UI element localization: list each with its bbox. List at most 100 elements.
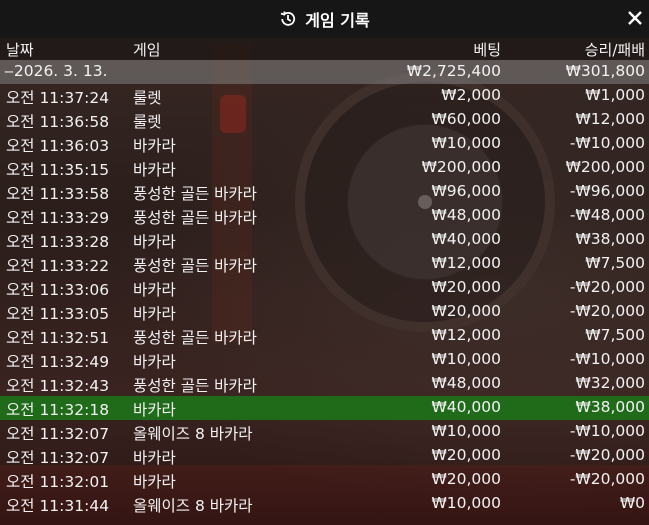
history-row[interactable]: 오전 11:33:58 풍성한 골든 바카라 ₩96,000 -₩96,000 [0, 180, 649, 204]
row-game: 바카라 [133, 137, 176, 155]
row-result: ₩1,000 [585, 86, 645, 104]
row-result: ₩32,000 [575, 374, 645, 392]
summary-bet: ₩2,725,400 [406, 62, 501, 80]
row-bet: ₩200,000 [421, 158, 501, 176]
row-game: 바카라 [133, 401, 176, 419]
history-row[interactable]: 오전 11:37:24 룰렛 ₩2,000 ₩1,000 [0, 84, 649, 108]
row-result: ₩12,000 [575, 110, 645, 128]
history-row[interactable]: 오전 11:36:58 룰렛 ₩60,000 ₩12,000 [0, 108, 649, 132]
row-game: 올웨이즈 8 바카라 [133, 425, 253, 443]
row-bet: ₩96,000 [431, 182, 501, 200]
close-button[interactable] [623, 6, 647, 30]
row-game: 올웨이즈 8 바카라 [133, 497, 253, 515]
row-time: 오전 11:33:06 [6, 281, 110, 299]
row-time: 오전 11:32:01 [6, 473, 110, 491]
history-row[interactable]: 오전 11:32:49 바카라 ₩10,000 -₩10,000 [0, 348, 649, 372]
row-bet: ₩48,000 [431, 206, 501, 224]
row-bet: ₩48,000 [431, 374, 501, 392]
history-row[interactable]: 오전 11:32:43 풍성한 골든 바카라 ₩48,000 ₩32,000 [0, 372, 649, 396]
row-time: 오전 11:33:29 [6, 209, 110, 227]
row-game: 바카라 [133, 473, 176, 491]
row-result: -₩96,000 [569, 182, 645, 200]
row-result: -₩20,000 [569, 446, 645, 464]
row-time: 오전 11:33:58 [6, 185, 110, 203]
history-row[interactable]: 오전 11:33:29 풍성한 골든 바카라 ₩48,000 -₩48,000 [0, 204, 649, 228]
row-bet: ₩20,000 [431, 302, 501, 320]
row-bet: ₩10,000 [431, 422, 501, 440]
summary-date: ‒2026. 3. 13. [4, 62, 108, 80]
history-row[interactable]: 오전 11:33:06 바카라 ₩20,000 -₩20,000 [0, 276, 649, 300]
row-bet: ₩20,000 [431, 446, 501, 464]
row-time: 오전 11:36:58 [6, 113, 110, 131]
row-game: 풍성한 골든 바카라 [133, 185, 257, 203]
row-bet: ₩40,000 [431, 230, 501, 248]
row-bet: ₩10,000 [431, 494, 501, 512]
history-row[interactable]: 오전 11:32:07 바카라 ₩20,000 -₩20,000 [0, 444, 649, 468]
row-game: 풍성한 골든 바카라 [133, 329, 257, 347]
row-result: -₩10,000 [569, 422, 645, 440]
row-result: ₩38,000 [575, 230, 645, 248]
row-time: 오전 11:33:05 [6, 305, 110, 323]
history-icon [279, 10, 297, 28]
row-result: -₩20,000 [569, 470, 645, 488]
column-header-bet: 베팅 [473, 41, 501, 59]
history-row[interactable]: 오전 11:31:44 올웨이즈 8 바카라 ₩10,000 ₩0 [0, 492, 649, 516]
row-result: -₩10,000 [569, 350, 645, 368]
column-headers: 날짜 게임 베팅 승리/패배 [0, 38, 649, 60]
row-time: 오전 11:35:15 [6, 161, 110, 179]
row-bet: ₩20,000 [431, 470, 501, 488]
row-game: 룰렛 [133, 89, 162, 107]
row-result: ₩0 [619, 494, 645, 512]
row-bet: ₩2,000 [441, 86, 501, 104]
summary-result: ₩301,800 [565, 62, 645, 80]
row-bet: ₩12,000 [431, 254, 501, 272]
column-header-result: 승리/패배 [584, 41, 645, 59]
row-game: 룰렛 [133, 113, 162, 131]
row-result: -₩48,000 [569, 206, 645, 224]
close-icon [628, 11, 642, 25]
row-game: 바카라 [133, 305, 176, 323]
history-row[interactable]: 오전 11:33:22 풍성한 골든 바카라 ₩12,000 ₩7,500 [0, 252, 649, 276]
history-row[interactable]: 오전 11:35:15 바카라 ₩200,000 ₩200,000 [0, 156, 649, 180]
row-game: 바카라 [133, 281, 176, 299]
row-result: ₩38,000 [575, 398, 645, 416]
row-time: 오전 11:32:51 [6, 329, 110, 347]
row-game: 바카라 [133, 449, 176, 467]
row-time: 오전 11:32:49 [6, 353, 110, 371]
row-bet: ₩12,000 [431, 326, 501, 344]
row-result: ₩7,500 [585, 254, 645, 272]
date-summary-row[interactable]: ‒2026. 3. 13. ₩2,725,400 ₩301,800 [0, 60, 649, 84]
page-title: 게임 기록 [305, 11, 370, 30]
row-bet: ₩10,000 [431, 350, 501, 368]
row-time: 오전 11:32:43 [6, 377, 110, 395]
row-result: -₩20,000 [569, 278, 645, 296]
row-time: 오전 11:37:24 [6, 89, 110, 107]
row-game: 바카라 [133, 161, 176, 179]
row-bet: ₩10,000 [431, 134, 501, 152]
history-row[interactable]: 오전 11:33:28 바카라 ₩40,000 ₩38,000 [0, 228, 649, 252]
history-row[interactable]: 오전 11:33:05 바카라 ₩20,000 -₩20,000 [0, 300, 649, 324]
row-bet: ₩60,000 [431, 110, 501, 128]
column-header-game: 게임 [133, 41, 161, 59]
history-row[interactable]: 오전 11:32:07 올웨이즈 8 바카라 ₩10,000 -₩10,000 [0, 420, 649, 444]
row-result: -₩10,000 [569, 134, 645, 152]
history-title-bar: 게임 기록 [0, 0, 649, 38]
row-result: ₩200,000 [565, 158, 645, 176]
row-result: ₩7,500 [585, 326, 645, 344]
row-time: 오전 11:32:07 [6, 425, 110, 443]
history-row[interactable]: 오전 11:32:51 풍성한 골든 바카라 ₩12,000 ₩7,500 [0, 324, 649, 348]
row-game: 풍성한 골든 바카라 [133, 377, 257, 395]
row-bet: ₩40,000 [431, 398, 501, 416]
history-row[interactable]: 오전 11:32:01 바카라 ₩20,000 -₩20,000 [0, 468, 649, 492]
row-time: 오전 11:33:28 [6, 233, 110, 251]
row-time: 오전 11:33:22 [6, 257, 110, 275]
history-row[interactable]: 오전 11:32:18 바카라 ₩40,000 ₩38,000 [0, 396, 649, 420]
row-time: 오전 11:32:18 [6, 401, 110, 419]
row-game: 풍성한 골든 바카라 [133, 209, 257, 227]
column-header-date: 날짜 [6, 41, 34, 59]
row-time: 오전 11:31:44 [6, 497, 110, 515]
row-game: 풍성한 골든 바카라 [133, 257, 257, 275]
row-bet: ₩20,000 [431, 278, 501, 296]
row-time: 오전 11:32:07 [6, 449, 110, 467]
history-row[interactable]: 오전 11:36:03 바카라 ₩10,000 -₩10,000 [0, 132, 649, 156]
